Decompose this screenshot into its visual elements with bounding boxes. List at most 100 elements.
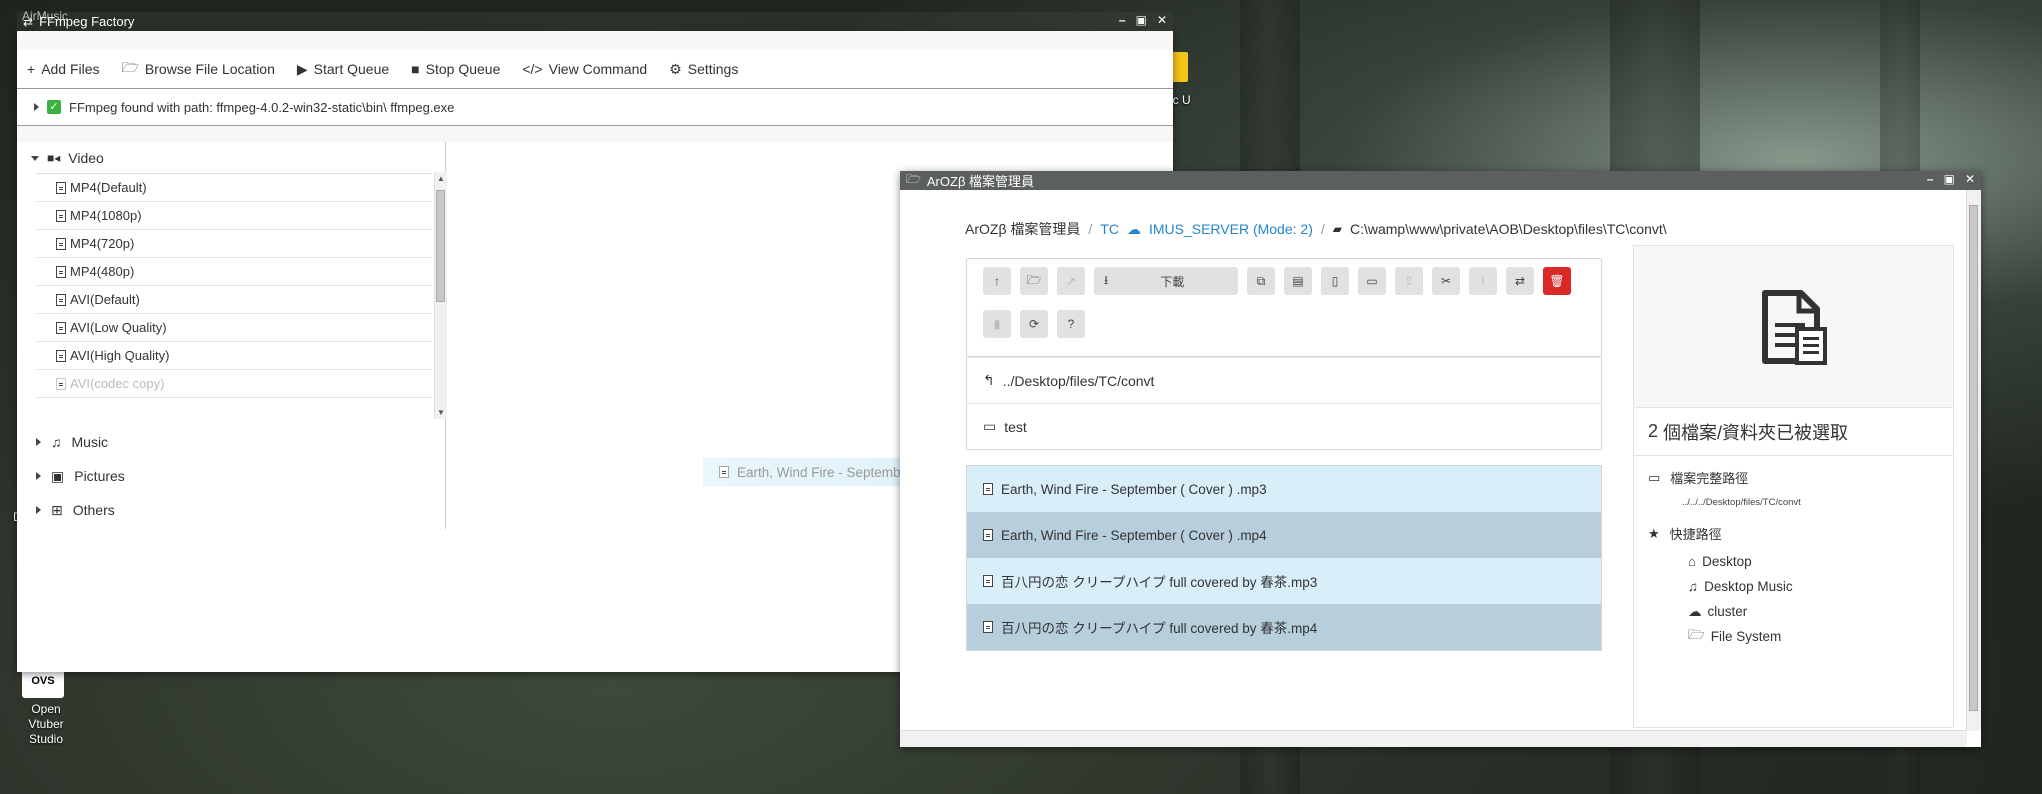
home-icon: ⌂ (1688, 554, 1697, 569)
window-titlebar[interactable]: 🗁 ArOZβ 檔案管理員 – ▣ ✕ (900, 171, 1981, 190)
list-item[interactable]: MP4(Default) (36, 174, 432, 202)
folder-icon: ▭ (983, 418, 997, 434)
refresh-button[interactable]: ⟳ (1020, 309, 1048, 338)
folder-icon: ▭ (1648, 469, 1661, 485)
minimize-icon[interactable]: – (1927, 172, 1934, 186)
cloud-icon: ☁ (1126, 220, 1141, 237)
start-queue-button[interactable]: ▶ Start Queue (297, 61, 389, 78)
scrollbar-thumb[interactable] (1969, 205, 1978, 711)
tree-category-pictures[interactable]: ▣ Pictures (17, 459, 445, 493)
download-button[interactable]: ⭳ 下載 (1094, 267, 1238, 295)
shortcut-file-system[interactable]: 🗁 File System (1688, 624, 1939, 649)
reply-arrow-icon: ↰ (983, 372, 995, 388)
list-item[interactable]: MP4(480p) (36, 258, 432, 286)
selection-info-panel: 2 個檔案/資料夾已被選取 ▭ 檔案完整路徑 ../../../Desktop/… (1633, 245, 1954, 728)
expand-caret-icon[interactable] (36, 506, 41, 514)
sitemap-icon: ⊞ (51, 501, 63, 518)
preset-list-scrollbar[interactable]: ▲ ▼ (434, 172, 447, 419)
ffmpeg-status-bar[interactable]: ✓ FFmpeg found with path: ffmpeg-4.0.2-w… (17, 89, 1173, 126)
collapse-caret-icon[interactable] (31, 155, 39, 161)
shortcut-desktop[interactable]: ⌂ Desktop (1688, 549, 1939, 574)
play-icon: ▶ (296, 60, 308, 77)
parent-directory-row[interactable]: ↰ ../Desktop/files/TC/convt (967, 357, 1601, 403)
open-folder-button[interactable]: 🗁 (1020, 267, 1048, 295)
minimize-icon[interactable]: – (1119, 13, 1126, 27)
file-icon (56, 237, 66, 250)
file-row-selected[interactable]: 百八円の恋 クリープハイプ full covered by 春茶.mp4 (967, 604, 1601, 650)
list-item[interactable]: AVI(Low Quality) (36, 314, 432, 342)
list-item[interactable]: AVI(High Quality) (36, 342, 432, 370)
horizontal-scrollbar[interactable] (900, 730, 1967, 747)
full-path-value: ../../../Desktop/files/TC/convt (1682, 497, 1801, 508)
shortcut-cluster[interactable]: ☁ cluster (1688, 599, 1939, 624)
file-icon (56, 265, 66, 278)
paste-button[interactable]: ▤ (1284, 267, 1312, 295)
file-rows: Earth, Wind Fire - September ( Cover ) .… (966, 465, 1602, 651)
expand-caret-icon[interactable] (36, 472, 41, 480)
tree-category-others[interactable]: ⊞ Others (17, 493, 445, 527)
file-manager-window: 🗁 ArOZβ 檔案管理員 – ▣ ✕ ArOZβ 檔案管理員 / TC ☁ I… (900, 171, 1981, 747)
breadcrumb-server-name[interactable]: IMUS_SERVER (Mode: 2) (1149, 221, 1313, 237)
file-icon (719, 466, 729, 478)
copy-button[interactable]: ⧉ (1247, 267, 1275, 295)
desktop-shortcut-ovs[interactable]: OVS Open Vtuber Studio (22, 664, 70, 746)
list-item[interactable]: MP4(1080p) (36, 202, 432, 230)
check-icon: ✓ (47, 100, 61, 114)
new-file-button[interactable]: ▯ (1321, 267, 1349, 295)
preset-tree: ■◂ Video MP4(Default) MP4(1080p) MP4(720… (17, 142, 447, 529)
file-row[interactable]: 百八円の恋 クリープハイプ full covered by 春茶.mp3 (967, 558, 1601, 604)
vertical-scrollbar[interactable] (1966, 190, 1981, 731)
status-text: FFmpeg found with path: ffmpeg-4.0.2-win… (69, 99, 455, 115)
list-item[interactable]: MP4(720p) (36, 230, 432, 258)
close-icon[interactable]: ✕ (1965, 172, 1975, 186)
file-row-selected[interactable]: Earth, Wind Fire - September ( Cover ) .… (967, 512, 1601, 558)
download-icon: ⭳ (1104, 272, 1109, 287)
help-button[interactable]: ? (1057, 309, 1085, 338)
file-icon (983, 529, 993, 541)
code-icon: </> (522, 61, 543, 77)
file-icon (983, 621, 993, 633)
upload-arrow-icon[interactable]: ↑ (983, 267, 1011, 295)
file-icon (56, 349, 66, 362)
window-titlebar[interactable]: ⇄ FFmpeg Factory – ▣ ✕ (17, 12, 1173, 31)
scroll-up-icon[interactable]: ▲ (437, 174, 445, 183)
scrollbar-thumb[interactable] (436, 190, 445, 302)
upload-button[interactable]: ⇪ (1395, 267, 1423, 295)
window-title: FFmpeg Factory (39, 14, 135, 29)
breadcrumb-app[interactable]: ArOZβ 檔案管理員 (965, 219, 1080, 239)
selection-count: 2 個檔案/資料夾已被選取 (1634, 408, 1953, 456)
close-icon[interactable]: ✕ (1157, 13, 1167, 27)
scroll-down-icon[interactable]: ▼ (437, 408, 445, 417)
add-files-button[interactable]: + Add Files (27, 61, 100, 77)
move-button[interactable]: ⇄ (1506, 267, 1534, 295)
tree-category-video[interactable]: ■◂ Video (17, 142, 445, 174)
cloud-icon: ☁ (1688, 603, 1702, 619)
list-item[interactable]: AVI(codec copy) (36, 370, 432, 398)
maximize-icon[interactable]: ▣ (1944, 172, 1955, 186)
cut-button[interactable]: ✂ (1432, 267, 1460, 295)
list-item[interactable]: AVI(Default) (36, 286, 432, 314)
folder-row[interactable]: ▭ test (967, 403, 1601, 449)
breadcrumb-server[interactable]: TC (1100, 221, 1119, 237)
file-row[interactable]: Earth, Wind Fire - September ( Cover ) .… (967, 466, 1601, 512)
delete-button[interactable]: 🗑 (1543, 267, 1571, 295)
expand-caret-icon[interactable] (34, 103, 39, 111)
new-folder-button[interactable]: ▭ (1358, 267, 1386, 295)
browse-file-location-button[interactable]: 🗁 Browse File Location (122, 57, 275, 81)
gear-icon: ⚙ (669, 60, 682, 77)
file-icon (983, 483, 993, 495)
shortcut-desktop-music[interactable]: ♫ Desktop Music (1688, 574, 1939, 599)
external-link-button[interactable]: ↗ (1057, 267, 1085, 295)
toolbar: + Add Files 🗁 Browse File Location ▶ Start … (17, 50, 1173, 89)
image-icon: ▣ (51, 467, 65, 484)
bookmark-button[interactable]: ▮ (983, 309, 1011, 338)
stop-queue-button[interactable]: ■ Stop Queue (411, 61, 500, 77)
view-command-button[interactable]: </> View Command (522, 61, 647, 77)
settings-button[interactable]: ⚙ Settings (669, 61, 738, 78)
music-note-icon: ♫ (1688, 579, 1699, 594)
maximize-icon[interactable]: ▣ (1136, 13, 1147, 27)
full-path-header: ▭ 檔案完整路徑 (1648, 469, 1749, 487)
expand-caret-icon[interactable] (36, 438, 41, 446)
tree-category-music[interactable]: ♫ Music (17, 425, 445, 459)
rename-button[interactable]: I (1469, 267, 1497, 295)
